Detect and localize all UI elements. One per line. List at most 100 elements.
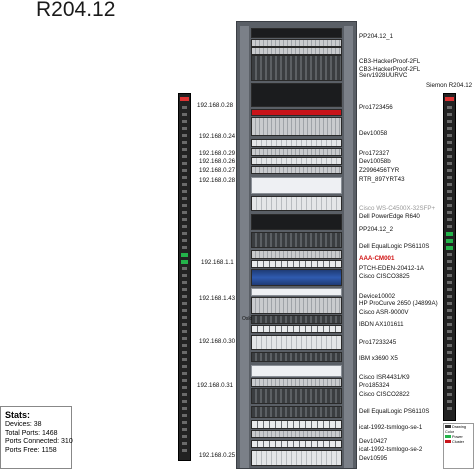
pdu-outlet (182, 379, 187, 382)
rack-device[interactable] (251, 450, 342, 466)
rack-device[interactable] (251, 109, 342, 116)
device-label[interactable]: Pro1723456 (359, 104, 393, 111)
pdu-outlet (182, 113, 187, 116)
ip-address-label: 192.168.1.1 (201, 259, 234, 266)
legend-item: Cluster (445, 440, 472, 445)
rack-device[interactable] (251, 139, 342, 147)
rack-device[interactable] (251, 117, 342, 136)
rack-device[interactable] (251, 166, 342, 174)
device-label[interactable]: Cisco ISR4431/K9 (359, 374, 410, 381)
device-label[interactable]: Dev10058 (359, 130, 387, 137)
rack-device[interactable] (251, 335, 342, 350)
device-label[interactable]: Z2996456TYR (359, 167, 399, 174)
pdu-outlet (447, 309, 452, 312)
rack-device[interactable] (251, 269, 342, 286)
pdu-outlet (182, 239, 187, 242)
rack-device[interactable] (251, 157, 342, 165)
pdu-outlet (447, 225, 452, 228)
pdu-outlet (447, 330, 452, 333)
rack-device[interactable] (251, 28, 342, 38)
device-label[interactable]: Dev10058b (359, 158, 391, 165)
rack-device[interactable] (251, 260, 342, 268)
pdu-outlet (447, 176, 452, 179)
pdu-outlet (447, 400, 452, 403)
device-label[interactable]: Serv1928UURVC (359, 72, 407, 79)
right-pdu-label: Siemon R204.12 (426, 82, 473, 89)
device-label[interactable]: IBM x3690 X5 (359, 355, 398, 362)
rack-device[interactable] (251, 232, 342, 248)
device-label[interactable]: Cisco ASR-9000V (359, 309, 409, 316)
pdu-outlet (182, 148, 187, 151)
device-label[interactable]: Pro172327 (359, 150, 389, 157)
device-label[interactable]: PTCH-EDEN-20412-1A (359, 265, 424, 272)
rack-device[interactable] (251, 250, 342, 259)
pdu-outlet (182, 246, 187, 249)
device-label[interactable]: Dell PowerEdge R640 (359, 213, 420, 220)
pdu-outlet (182, 141, 187, 144)
pdu-status-led (446, 239, 453, 243)
device-label[interactable]: HP ProCurve 2650 (J4899A) (359, 300, 438, 307)
device-label[interactable]: Dell EqualLogic PS6110S (359, 243, 429, 250)
rack-device[interactable] (251, 352, 342, 362)
device-label[interactable]: Cisco CISCO3825 (359, 273, 410, 280)
pdu-outlet (182, 344, 187, 347)
pdu-outlet (447, 302, 452, 305)
pdu-outlet (182, 204, 187, 207)
pdu-outlet (447, 351, 452, 354)
right-pdu[interactable] (443, 93, 456, 421)
stats-ports-free: Ports Free: 1158 (5, 446, 57, 454)
ip-address-label: 192.168.0.28 (197, 102, 234, 109)
pdu-outlet (447, 218, 452, 221)
device-label[interactable]: CB3-HackerProof-2FL (359, 58, 420, 65)
pdu-outlet (182, 176, 187, 179)
ip-address-label: 192.168.0.28 (199, 177, 236, 184)
rack-device[interactable] (251, 420, 342, 429)
pdu-outlet (447, 288, 452, 291)
rack-device[interactable] (251, 388, 342, 404)
device-label[interactable]: PP204.12_1 (359, 33, 393, 40)
pdu-outlet (182, 449, 187, 452)
left-pdu[interactable] (178, 93, 191, 461)
pdu-outlet (182, 372, 187, 375)
device-label[interactable]: Dev10427 (359, 438, 387, 445)
device-label[interactable]: icat-1992-tsmlogo-se-2 (359, 446, 422, 453)
rack-device[interactable] (251, 177, 342, 194)
device-label[interactable]: Pro185324 (359, 382, 389, 389)
device-label[interactable]: IBDN AX101611 (359, 321, 404, 328)
rack-device[interactable] (251, 378, 342, 387)
device-label[interactable]: Pro17233245 (359, 339, 396, 346)
pdu-outlet (182, 288, 187, 291)
pdu-outlet (447, 120, 452, 123)
rack-device[interactable] (251, 315, 342, 324)
rack-device[interactable] (251, 214, 342, 230)
rack-device[interactable] (251, 430, 342, 438)
rack-device[interactable] (251, 288, 342, 296)
rack-title: R204.12 (36, 0, 116, 21)
rack-device[interactable] (251, 325, 342, 333)
device-label[interactable]: Device10002 (359, 293, 395, 300)
pdu-outlet (182, 274, 187, 277)
device-label[interactable]: Cisco CISCO2822 (359, 391, 410, 398)
rack-device[interactable] (251, 440, 342, 448)
device-label[interactable]: icat-1992-tsmlogo-se-1 (359, 424, 422, 431)
rack-device[interactable] (251, 406, 342, 418)
rack-device[interactable] (251, 47, 342, 55)
device-label[interactable]: PP204.12_2 (359, 226, 393, 233)
pdu-outlet (182, 106, 187, 109)
rack-device[interactable] (251, 39, 342, 47)
device-label[interactable]: RTR_897YRT43 (359, 176, 405, 183)
rack-device[interactable] (251, 148, 342, 156)
pdu-outlet (447, 190, 452, 193)
rack-device[interactable] (251, 55, 342, 81)
pdu-outlet (447, 155, 452, 158)
device-label[interactable]: Dell EqualLogic PS6110S (359, 408, 429, 415)
pdu-outlet (182, 400, 187, 403)
device-label[interactable]: Dev10595 (359, 455, 387, 462)
device-label[interactable]: Cisco WS-C4500X-32SFP+ (359, 205, 435, 212)
device-label[interactable]: AAA-CM001 (359, 255, 394, 262)
rack-device[interactable] (251, 83, 342, 107)
rack-device[interactable] (251, 365, 342, 377)
ip-address-label: 192.168.1.43 (199, 295, 236, 302)
rack-device[interactable] (251, 297, 342, 314)
rack-device[interactable] (251, 196, 342, 211)
